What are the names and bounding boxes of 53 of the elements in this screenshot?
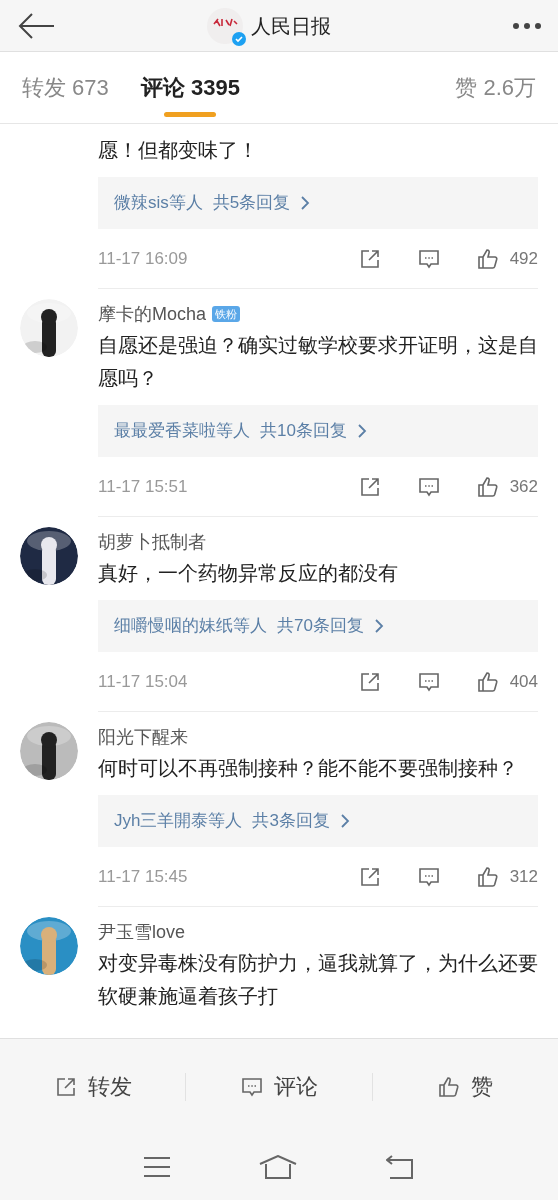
comment-button[interactable]: 评论 [186,1070,372,1103]
comment-time: 11-17 15:04 [98,670,189,693]
tab[interactable]: 赞 2.6万 [455,52,536,123]
reply-users: 细嚼慢咽的妹纸等人 [114,615,267,638]
chevron-right-icon [339,814,350,828]
account-name[interactable]: 人民日报 [251,10,331,41]
reply-count: 共5条回复 [212,192,291,215]
reply-count: 共10条回复 [260,420,347,443]
logo-icon [207,7,243,44]
comment-time: 11-17 15:45 [98,865,189,888]
comment-text: 真好，一个药物异常反应的都没有 [98,561,399,586]
replies-box[interactable]: 细嚼慢咽的妹纸等人 共70条回复 [98,600,538,652]
home-icon[interactable] [259,1155,297,1179]
comment-time: 11-17 15:51 [98,475,189,498]
like-count: 362 [509,475,538,498]
replies-box[interactable]: Jyh三羊開泰等人 共3条回复 [98,795,538,847]
back-arrow-icon[interactable] [16,10,56,41]
replies-box[interactable]: 微辣sis等人 共5条回复 [98,177,538,229]
like-count: 404 [509,670,538,693]
comment-text: 自愿还是强迫？确实过敏学校要求开证明，这是自愿吗？ [98,333,538,391]
menu-icon[interactable] [144,1156,171,1178]
chevron-right-icon [300,196,311,210]
tab[interactable]: 转发 673 [22,52,109,123]
like-button[interactable]: 赞 [372,1070,558,1103]
more-icon[interactable] [512,21,542,30]
username[interactable]: 尹玉雪love [98,918,186,946]
username[interactable]: 阳光下醒来 [98,723,188,751]
thumbs-up-icon[interactable] [437,1074,462,1099]
thumbs-up-icon[interactable] [475,246,500,271]
comment-text: 愿！但都变味了！ [98,138,259,163]
reply-users: 最最爱香菜啦等人 [114,420,250,443]
reply-users: 微辣sis等人 [114,192,203,215]
thumbs-up-icon[interactable] [475,864,500,889]
back-icon[interactable] [385,1155,414,1179]
comment-text: 对变异毒株没有防护力，逼我就算了，为什么还要软硬兼施逼着孩子打 [98,951,538,1009]
reply-count: 共70条回复 [277,615,364,638]
reply-users: Jyh三羊開泰等人 [114,810,243,833]
like-count: 492 [509,247,538,270]
like-count: 312 [509,865,538,888]
comment-text: 何时可以不再强制接种？能不能不要强制接种？ [98,756,519,781]
username[interactable]: 摩卡的Mocha [98,300,207,328]
chevron-right-icon [356,424,367,438]
comment-time: 11-17 16:09 [98,247,189,270]
thumbs-up-icon[interactable] [475,669,500,694]
username[interactable]: 胡萝卜抵制者 [98,528,206,556]
tab[interactable]: 评论 3395 [140,52,240,123]
chevron-right-icon [373,619,384,633]
thumbs-up-icon[interactable] [475,474,500,499]
tab-underline [164,112,217,117]
reply-count: 共3条回复 [252,810,330,833]
fan-badge: 铁粉 [212,306,241,322]
replies-box[interactable]: 最最爱香菜啦等人 共10条回复 [98,405,538,457]
repost-button[interactable]: 转发 [0,1070,186,1103]
